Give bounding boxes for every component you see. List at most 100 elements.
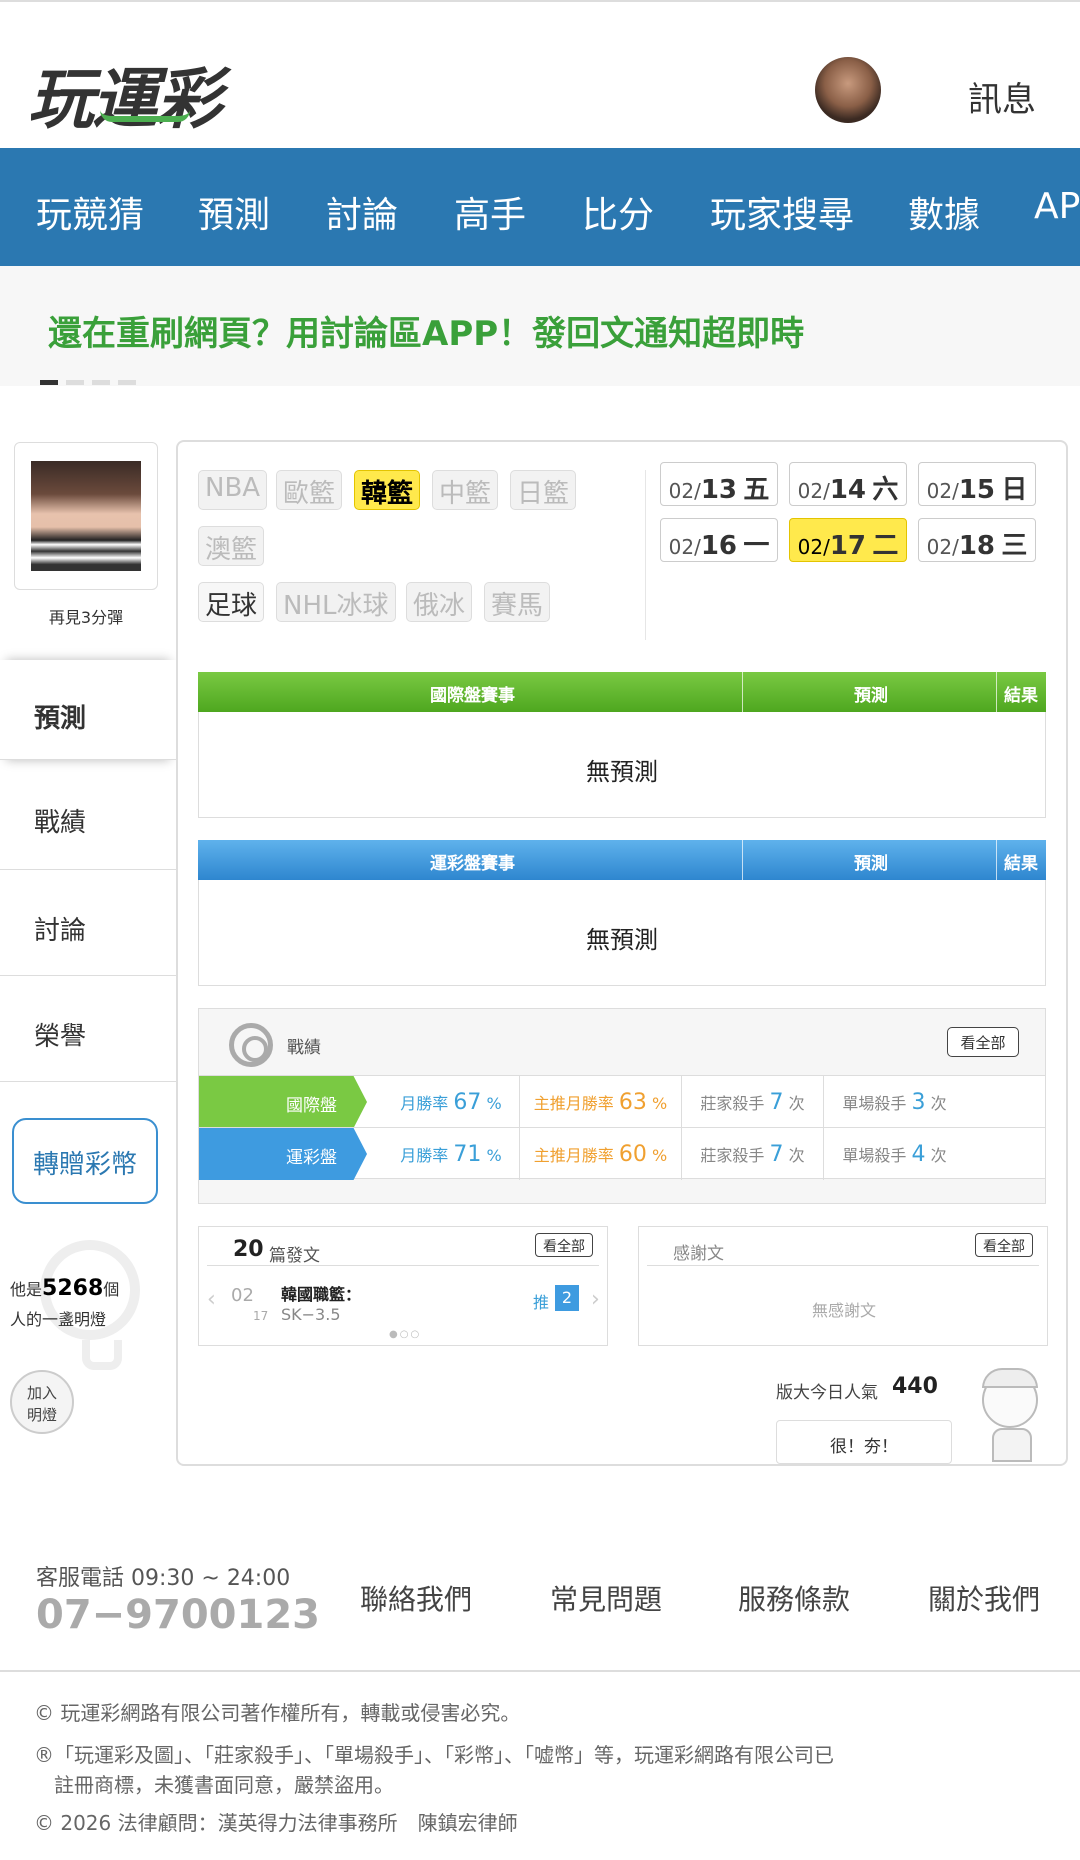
main-nav: 玩競猜 預測 討論 高手 比分 玩家搜尋 數據 AP (0, 148, 1080, 266)
promo-banner[interactable]: 還在重刷網頁？用討論區APP！發回文通知超即時 (0, 266, 1080, 386)
record-view-all-button[interactable]: 看全部 (947, 1027, 1019, 1057)
record-row-label: 國際盤 (199, 1076, 367, 1128)
carousel-dot[interactable] (66, 380, 84, 385)
carousel-dot[interactable] (118, 380, 136, 385)
thanks-view-all-button[interactable]: 看全部 (975, 1233, 1033, 1257)
stat-unit: 次 (930, 1094, 947, 1113)
hot-vote-button[interactable]: 很！夯！ (776, 1420, 952, 1464)
chevron-right-icon[interactable]: › (591, 1287, 600, 1312)
site-logo[interactable]: 玩運彩 (28, 46, 222, 142)
month-win-rate: 月勝率 67 % (367, 1076, 535, 1128)
nav-item-data[interactable]: 數據 (908, 186, 980, 238)
service-phone[interactable]: 07−9700123 (36, 1592, 320, 1638)
trademark-line2: 註冊商標，未獲書面同意，嚴禁盜用。 (34, 1773, 394, 1797)
footer-copyright: © 玩運彩網路有限公司著作權所有，轉載或侵害必究。 (34, 1701, 521, 1725)
footer-link-faq[interactable]: 常見問題 (550, 1578, 662, 1618)
date-month: 02/ (926, 479, 959, 503)
date-tab[interactable]: 02/18 三 (918, 518, 1036, 562)
stat-label: 主推月勝率 (533, 1094, 614, 1113)
chevron-left-icon[interactable]: ‹ (207, 1287, 216, 1312)
record-summary: 戰績 看全部 國際盤 月勝率 67 % 主推月勝率 63 % 莊家殺手 7 次 … (198, 1008, 1046, 1204)
stat-label: 莊家殺手 (700, 1146, 765, 1165)
league-chip-china-basketball[interactable]: 中籃 (432, 470, 499, 510)
league-chip-russia-hockey[interactable]: 俄冰 (406, 582, 473, 622)
league-chip-korea-basketball[interactable]: 韓籃 (354, 470, 421, 510)
stat-unit: % (486, 1146, 502, 1165)
date-month: 02/ (668, 535, 701, 559)
messages-link[interactable]: 訊息 (968, 72, 1036, 121)
col-result: 結果 (1004, 686, 1038, 706)
league-chip-soccer[interactable]: 足球 (198, 582, 265, 622)
nav-item-discuss[interactable]: 討論 (326, 186, 398, 238)
nav-item-experts[interactable]: 高手 (454, 186, 526, 238)
col-divider (742, 672, 743, 712)
post-subtitle: SK−3.5 (281, 1305, 341, 1324)
stat-value: 7 (769, 1090, 784, 1115)
carousel-dot[interactable] (40, 380, 58, 385)
nav-item-app[interactable]: AP (1034, 186, 1080, 227)
post-date-month: 02 (231, 1285, 254, 1306)
date-day: 13 (700, 475, 737, 505)
profile-card[interactable] (14, 442, 158, 590)
stat-label: 單場殺手 (842, 1146, 907, 1165)
league-chip-euro-basketball[interactable]: 歐籃 (276, 470, 343, 510)
popularity-label: 版大今日人氣 (776, 1383, 878, 1403)
logo-swoosh (100, 110, 190, 122)
main-pick-win-rate: 主推月勝率 60 % (519, 1128, 681, 1180)
record-row-lottery: 運彩盤 月勝率 71 % 主推月勝率 60 % 莊家殺手 7 次 單場殺手 4 … (199, 1127, 1045, 1180)
thanks-title: 感謝文 (673, 1244, 724, 1264)
main-pick-win-rate: 主推月勝率 63 % (519, 1076, 681, 1128)
date-month: 02/ (926, 535, 959, 559)
col-game: 國際盤賽事 (430, 686, 515, 706)
stat-value: 3 (911, 1090, 926, 1115)
carousel-dot[interactable] (92, 380, 110, 385)
side-tab-honors[interactable]: 榮譽 (0, 978, 176, 1082)
col-prediction: 預測 (854, 686, 888, 706)
side-tab-discussion[interactable]: 討論 (0, 872, 176, 976)
nav-item-predict[interactable]: 預測 (198, 186, 270, 238)
date-tab[interactable]: 02/16 一 (660, 518, 778, 562)
mascot-body (992, 1428, 1032, 1462)
record-row-international: 國際盤 月勝率 67 % 主推月勝率 63 % 莊家殺手 7 次 單場殺手 3 … (199, 1075, 1045, 1128)
footer-link-contact[interactable]: 聯絡我們 (360, 1578, 472, 1618)
date-weekday: 一 (743, 531, 770, 561)
nav-item-scores[interactable]: 比分 (582, 186, 654, 238)
footer-link-terms[interactable]: 服務條款 (738, 1578, 850, 1618)
date-tab[interactable]: 02/13 五 (660, 462, 778, 506)
banker-killer: 莊家殺手 7 次 (681, 1076, 823, 1128)
league-chip-australia-basketball[interactable]: 澳籃 (198, 526, 265, 566)
date-month: 02/ (797, 479, 830, 503)
side-tab-record[interactable]: 戰績 (0, 766, 176, 870)
stat-label: 單場殺手 (842, 1094, 907, 1113)
footer-legal: © 2026 法律顧問：漢英得力法律事務所 陳鎮宏律師 (34, 1811, 518, 1835)
posts-view-all-button[interactable]: 看全部 (535, 1233, 593, 1257)
league-chip-japan-basketball[interactable]: 日籃 (510, 470, 577, 510)
league-chip-nba[interactable]: NBA (198, 470, 268, 510)
stat-value: 71 (453, 1142, 482, 1167)
league-chip-horse-racing[interactable]: 賽馬 (484, 582, 551, 622)
post-carousel-dots[interactable]: ●○○ (389, 1329, 421, 1340)
user-avatar[interactable] (815, 57, 881, 123)
date-day: 17 (829, 531, 866, 561)
date-tab-selected[interactable]: 02/17 二 (789, 518, 907, 562)
league-chip-nhl[interactable]: NHL冰球 (276, 582, 396, 622)
stat-label: 月勝率 (400, 1146, 449, 1165)
post-title[interactable]: 韓國職籃： (281, 1281, 361, 1305)
join-lightbulb-button[interactable]: 加入 明燈 (10, 1370, 74, 1434)
col-prediction: 預測 (854, 854, 888, 874)
date-weekday: 二 (872, 531, 899, 561)
date-day: 16 (700, 531, 737, 561)
transfer-coins-button[interactable]: 轉贈彩幣 (12, 1118, 158, 1204)
nav-item-player-search[interactable]: 玩家搜尋 (710, 186, 854, 238)
footer-divider (0, 1670, 1080, 1672)
follower-prefix: 他是 (10, 1280, 43, 1299)
col-divider (742, 840, 743, 880)
stat-unit: 次 (788, 1094, 805, 1113)
date-day: 18 (958, 531, 995, 561)
nav-item-guess[interactable]: 玩競猜 (36, 186, 144, 238)
date-tab[interactable]: 02/14 六 (789, 462, 907, 506)
footer-link-about[interactable]: 關於我們 (928, 1578, 1040, 1618)
col-divider (996, 840, 997, 880)
date-tab[interactable]: 02/15 日 (918, 462, 1036, 506)
side-tab-predictions[interactable]: 預測 (0, 660, 176, 760)
